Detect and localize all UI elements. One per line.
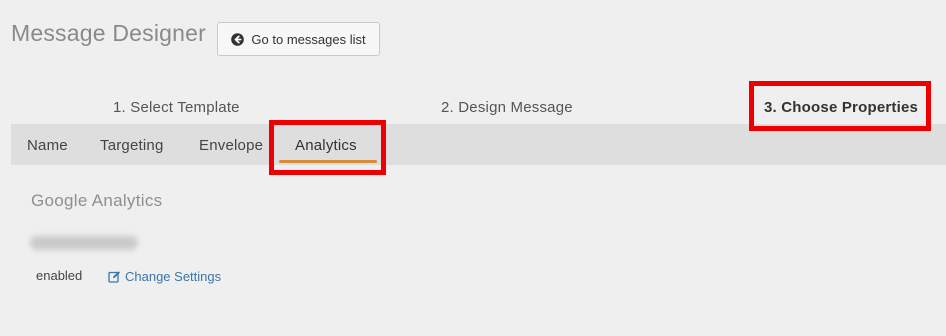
wizard-step-select-template[interactable]: 1. Select Template [113, 99, 240, 116]
wizard-step-choose-properties[interactable]: 3. Choose Properties [764, 99, 918, 116]
analytics-status: enabled [36, 268, 83, 283]
change-settings-label: Change Settings [125, 269, 222, 284]
properties-tab-bar: Name Targeting Envelope Analytics [11, 124, 946, 165]
tab-analytics[interactable]: Analytics [295, 137, 357, 154]
edit-icon [108, 270, 121, 283]
change-settings-link[interactable]: Change Settings [108, 269, 221, 284]
tab-name[interactable]: Name [27, 137, 68, 154]
go-to-messages-list-button[interactable]: Go to messages list [217, 22, 380, 56]
tab-envelope[interactable]: Envelope [199, 137, 263, 154]
redacted-account-id [30, 236, 138, 250]
google-analytics-heading: Google Analytics [31, 191, 163, 210]
page-title: Message Designer [11, 20, 206, 46]
wizard-step-design-message[interactable]: 2. Design Message [441, 99, 573, 116]
tab-targeting[interactable]: Targeting [100, 137, 164, 154]
go-to-messages-list-label: Go to messages list [251, 31, 366, 47]
arrow-circle-left-icon [231, 32, 245, 46]
active-tab-indicator [279, 160, 377, 163]
